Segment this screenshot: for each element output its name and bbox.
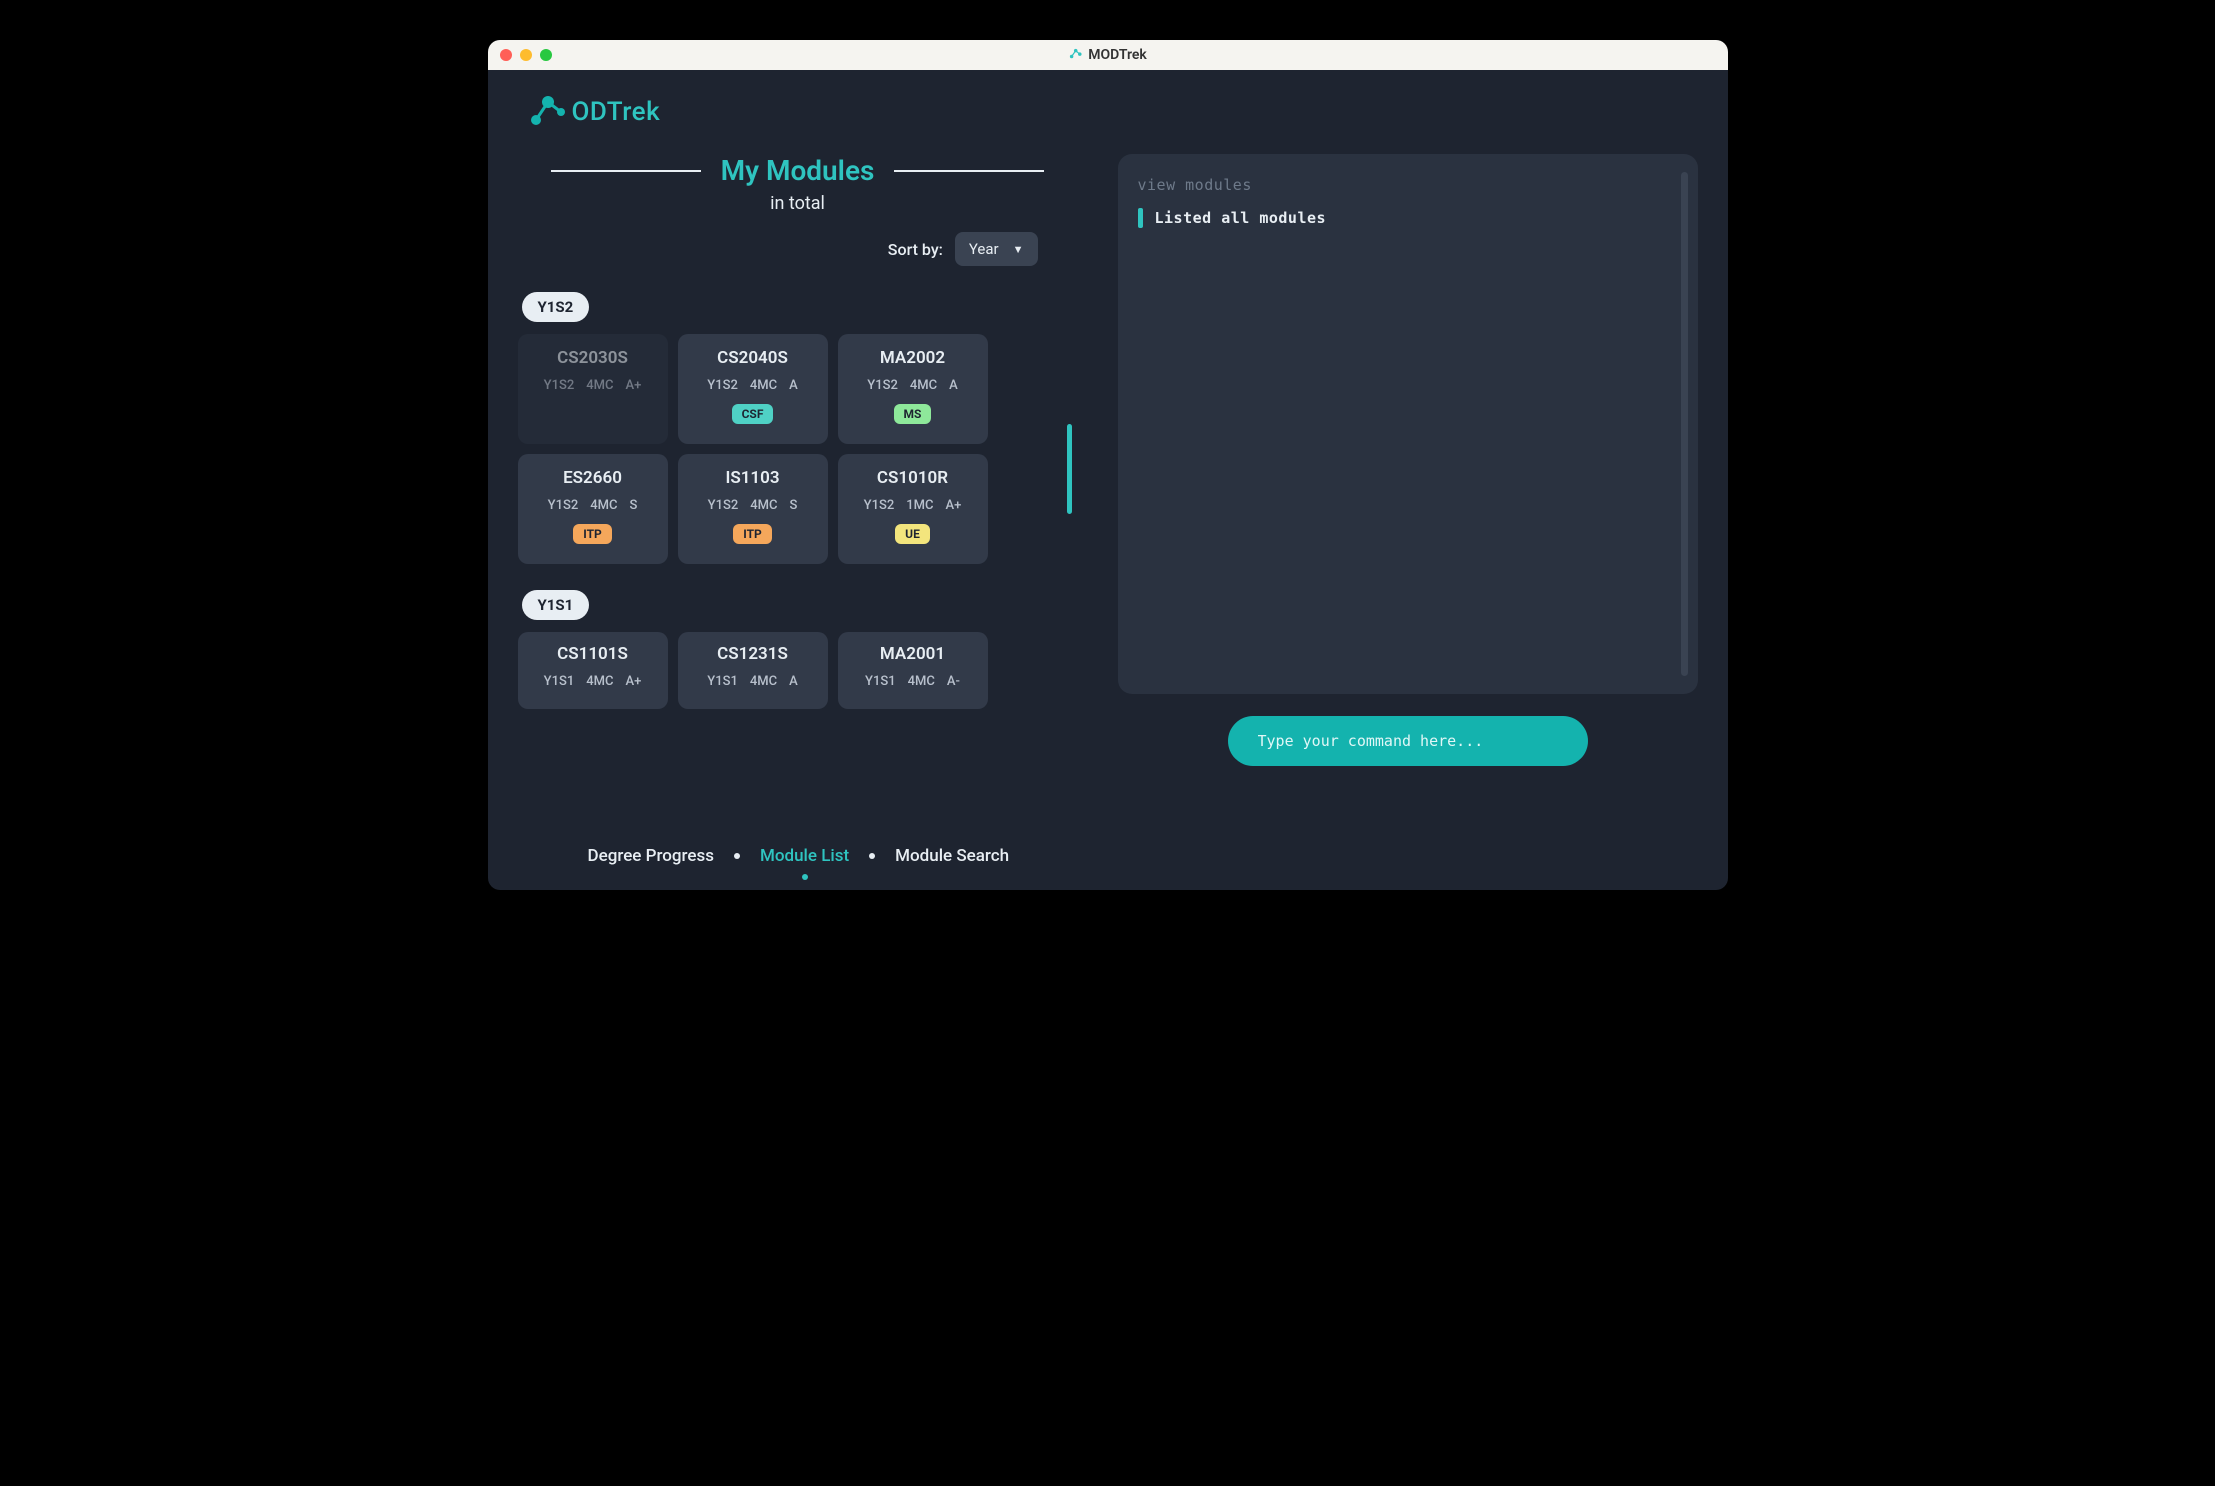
titlebar: MODTrek: [488, 40, 1728, 70]
module-tag: ITP: [573, 524, 612, 544]
modules-scroll-area[interactable]: Y1S2 CS2030S Y1S24MCA+ CS2040S Y1S24MCA CSF MA…: [518, 284, 1078, 724]
window-title: MODTrek: [1068, 46, 1147, 64]
module-card[interactable]: CS2040S Y1S24MCA CSF: [678, 334, 828, 444]
console-result-text: Listed all modules: [1155, 209, 1327, 227]
module-tag: CSF: [732, 404, 774, 424]
page-subtitle: in total: [518, 193, 1078, 214]
console-result-row: Listed all modules: [1138, 208, 1678, 228]
module-meta: Y1S14MCA+: [526, 674, 660, 689]
console-column: view modules Listed all modules: [1118, 154, 1698, 766]
module-tag: UE: [895, 524, 930, 544]
page-title: My Modules: [721, 154, 875, 187]
module-card[interactable]: MA2001 Y1S14MCA-: [838, 632, 988, 709]
module-meta: Y1S14MCA: [686, 674, 820, 689]
minimize-window-button[interactable]: [520, 49, 532, 61]
sort-dropdown[interactable]: Year ▼: [955, 232, 1038, 266]
module-meta: Y1S24MCA: [686, 378, 820, 393]
chevron-down-icon: ▼: [1013, 243, 1024, 256]
module-card[interactable]: ES2660 Y1S24MCS ITP: [518, 454, 668, 564]
module-code: CS1101S: [526, 644, 660, 664]
module-card[interactable]: IS1103 Y1S24MCS ITP: [678, 454, 828, 564]
module-code: CS1010R: [846, 468, 980, 488]
module-code: CS2030S: [526, 348, 660, 368]
module-tag: ITP: [733, 524, 772, 544]
module-code: ES2660: [526, 468, 660, 488]
nav-degree-progress[interactable]: Degree Progress: [588, 846, 715, 866]
module-tag: MS: [894, 404, 932, 424]
module-meta: Y1S14MCA-: [846, 674, 980, 689]
app-window: MODTrek ODTrek My Modules in total Sort …: [488, 40, 1728, 890]
header-line-right: [894, 170, 1044, 172]
console-panel: view modules Listed all modules: [1118, 154, 1698, 694]
nav-separator-dot: [734, 853, 740, 859]
module-code: CS2040S: [686, 348, 820, 368]
module-card[interactable]: CS1231S Y1S14MCA: [678, 632, 828, 709]
module-meta: Y1S24MCS: [526, 498, 660, 513]
modules-panel: My Modules in total Sort by: Year ▼ Y1S2…: [518, 154, 1078, 766]
module-card[interactable]: CS1010R Y1S21MCA+ UE: [838, 454, 988, 564]
bottom-nav: Degree Progress Module List Module Searc…: [588, 846, 1010, 866]
module-card[interactable]: MA2002 Y1S24MCA MS: [838, 334, 988, 444]
logo: ODTrek: [528, 90, 1698, 134]
section-pill: Y1S1: [522, 590, 590, 620]
nav-module-list[interactable]: Module List: [760, 846, 849, 866]
module-meta: Y1S24MCA+: [526, 378, 660, 393]
command-input[interactable]: [1228, 716, 1588, 766]
module-card-grid: CS2030S Y1S24MCA+ CS2040S Y1S24MCA CSF MA2002…: [518, 334, 1048, 564]
result-indicator-bar: [1138, 208, 1143, 228]
close-window-button[interactable]: [500, 49, 512, 61]
sort-label: Sort by:: [888, 240, 943, 259]
app-icon: [1068, 46, 1082, 64]
scrollbar-thumb[interactable]: [1067, 424, 1072, 514]
section-pill: Y1S2: [522, 292, 590, 322]
module-card-grid: CS1101S Y1S14MCA+ CS1231S Y1S14MCA MA2001 Y1S…: [518, 632, 1048, 709]
module-meta: Y1S24MCS: [686, 498, 820, 513]
maximize-window-button[interactable]: [540, 49, 552, 61]
module-meta: Y1S21MCA+: [846, 498, 980, 513]
console-command: view modules: [1138, 176, 1678, 194]
logo-text: ODTrek: [572, 97, 661, 127]
nav-module-search[interactable]: Module Search: [895, 846, 1009, 866]
module-card[interactable]: CS2030S Y1S24MCA+: [518, 334, 668, 444]
module-code: IS1103: [686, 468, 820, 488]
window-title-text: MODTrek: [1088, 47, 1147, 63]
module-card[interactable]: CS1101S Y1S14MCA+: [518, 632, 668, 709]
module-code: CS1231S: [686, 644, 820, 664]
traffic-lights: [500, 49, 552, 61]
module-meta: Y1S24MCA: [846, 378, 980, 393]
nav-separator-dot: [869, 853, 875, 859]
console-scrollbar[interactable]: [1681, 172, 1688, 676]
header-line-left: [551, 170, 701, 172]
sort-selected-value: Year: [969, 240, 999, 258]
module-code: MA2001: [846, 644, 980, 664]
module-code: MA2002: [846, 348, 980, 368]
app-body: ODTrek My Modules in total Sort by: Year…: [488, 70, 1728, 890]
logo-icon: [528, 90, 568, 134]
